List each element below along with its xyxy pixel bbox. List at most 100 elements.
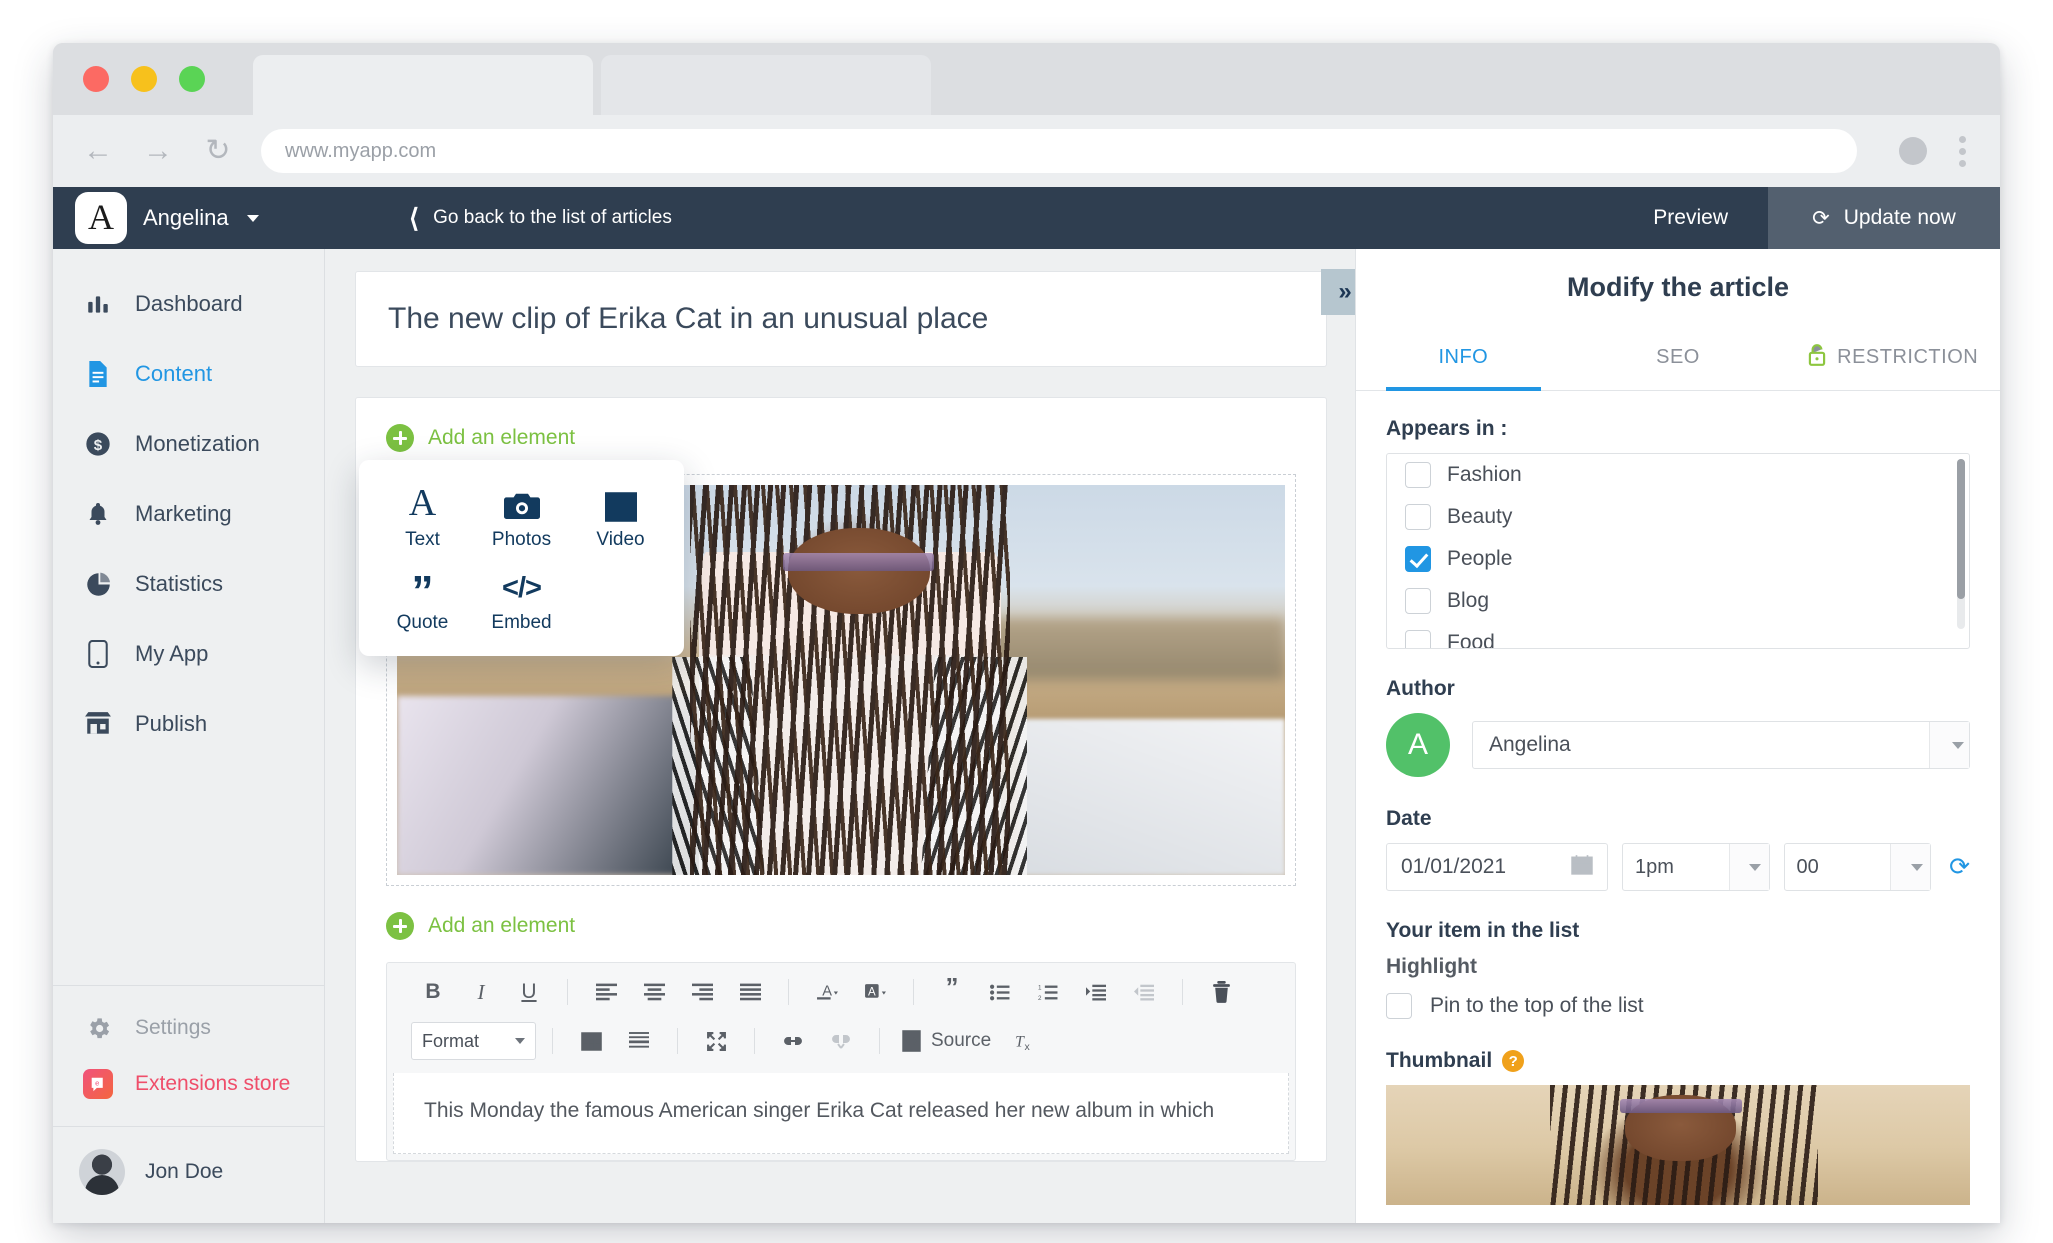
- article-title-text: The new clip of Erika Cat in an unusual …: [388, 302, 989, 335]
- decrease-indent-button[interactable]: [1122, 972, 1166, 1012]
- sidebar-item-extensions-store[interactable]: e Extensions store: [53, 1056, 324, 1112]
- popup-item-embed[interactable]: </> Embed: [472, 567, 571, 634]
- chevron-down-icon[interactable]: [1890, 844, 1931, 890]
- add-element-button-bottom[interactable]: Add an element: [386, 912, 1296, 940]
- unlink-button[interactable]: [819, 1021, 863, 1061]
- editor-body-text[interactable]: This Monday the famous American singer E…: [393, 1073, 1289, 1154]
- author-select[interactable]: Angelina: [1472, 721, 1970, 769]
- pin-row[interactable]: Pin to the top of the list: [1386, 993, 1970, 1019]
- sidebar-item-content[interactable]: Content: [53, 339, 324, 409]
- panel-info-content: Appears in : Fashion Beauty People Blog …: [1356, 391, 2000, 1223]
- chevron-down-icon[interactable]: [1929, 722, 1969, 768]
- sidebar-item-my-app[interactable]: My App: [53, 619, 324, 689]
- insert-link-button[interactable]: [771, 1021, 815, 1061]
- calendar-icon[interactable]: [1571, 854, 1593, 881]
- checkbox-pin-to-top[interactable]: [1386, 993, 1412, 1019]
- popup-item-photos[interactable]: Photos: [472, 484, 571, 551]
- tab-info[interactable]: INFO: [1356, 325, 1571, 391]
- maximize-window-button[interactable]: [179, 66, 205, 92]
- browser-profile-avatar[interactable]: [1899, 137, 1927, 165]
- remove-format-button[interactable]: Tx: [1001, 1021, 1045, 1061]
- list-item[interactable]: Beauty: [1387, 496, 1969, 538]
- reload-icon[interactable]: ↻: [201, 136, 235, 166]
- sidebar-item-label: Monetization: [135, 431, 260, 456]
- delete-button[interactable]: [1199, 972, 1243, 1012]
- thumbnail-image[interactable]: [1386, 1085, 1970, 1205]
- highlight-color-button[interactable]: A: [853, 972, 897, 1012]
- appears-in-list[interactable]: Fashion Beauty People Blog Food: [1386, 453, 1970, 649]
- browser-menu-icon[interactable]: [1953, 135, 1972, 167]
- checkbox-fashion[interactable]: [1405, 462, 1431, 488]
- numbered-list-button[interactable]: 12: [1026, 972, 1070, 1012]
- appears-in-label: Appears in :: [1386, 417, 1508, 440]
- forward-arrow-icon[interactable]: →: [141, 136, 175, 166]
- italic-button[interactable]: I: [459, 972, 503, 1012]
- svg-text:$: $: [94, 437, 103, 454]
- browser-tab-inactive[interactable]: [601, 55, 931, 115]
- chevron-down-icon[interactable]: [1728, 844, 1769, 890]
- sidebar-item-dashboard[interactable]: Dashboard: [53, 269, 324, 339]
- sidebar-user[interactable]: Jon Doe: [53, 1126, 324, 1223]
- list-item[interactable]: Blog: [1387, 580, 1969, 622]
- horizontal-rule-button[interactable]: [617, 1021, 661, 1061]
- svg-text:A: A: [868, 987, 876, 999]
- bullet-list-button[interactable]: [978, 972, 1022, 1012]
- underline-button[interactable]: U: [507, 972, 551, 1012]
- minute-select[interactable]: 00: [1783, 843, 1932, 891]
- checkbox-blog[interactable]: [1405, 588, 1431, 614]
- sidebar-item-publish[interactable]: Publish: [53, 689, 324, 759]
- close-window-button[interactable]: [83, 66, 109, 92]
- sidebar-item-monetization[interactable]: $ Monetization: [53, 409, 324, 479]
- popup-item-quote[interactable]: ” Quote: [373, 567, 472, 634]
- popup-item-text[interactable]: A Text: [373, 484, 472, 551]
- tab-label: INFO: [1438, 346, 1489, 368]
- date-input[interactable]: 01/01/2021: [1386, 843, 1608, 891]
- browser-tab-active[interactable]: [253, 55, 593, 115]
- popup-item-video[interactable]: Video: [571, 484, 670, 551]
- back-to-articles-link[interactable]: ⟨ Go back to the list of articles: [325, 187, 1613, 249]
- reset-date-icon[interactable]: ⟳: [1949, 852, 1970, 882]
- extensions-store-label: Extensions store: [135, 1072, 291, 1095]
- popup-item-label: Embed: [491, 612, 552, 633]
- sidebar-item-settings[interactable]: Settings: [53, 1000, 324, 1056]
- tab-seo[interactable]: SEO: [1571, 325, 1786, 390]
- help-icon[interactable]: ?: [1502, 1050, 1525, 1072]
- back-arrow-icon[interactable]: ←: [81, 136, 115, 166]
- back-to-articles-label: Go back to the list of articles: [433, 207, 672, 228]
- add-element-button-top[interactable]: Add an element: [386, 424, 1296, 452]
- page-title: Modify the article: [1566, 271, 1790, 302]
- preview-button[interactable]: Preview: [1613, 187, 1768, 249]
- account-switcher[interactable]: A Angelina: [53, 187, 325, 249]
- checkbox-beauty[interactable]: [1405, 504, 1431, 530]
- preview-label: Preview: [1653, 206, 1728, 229]
- update-now-button[interactable]: ⟳ Update now: [1768, 187, 2000, 249]
- article-title-field[interactable]: The new clip of Erika Cat in an unusual …: [355, 271, 1327, 367]
- align-left-button[interactable]: [584, 972, 628, 1012]
- checkbox-people[interactable]: [1405, 546, 1431, 572]
- text-color-button[interactable]: A: [805, 972, 849, 1012]
- address-bar[interactable]: www.myapp.com: [261, 129, 1857, 173]
- sidebar-item-marketing[interactable]: Marketing: [53, 479, 324, 549]
- insert-table-button[interactable]: [569, 1021, 613, 1061]
- maximize-button[interactable]: [694, 1021, 738, 1061]
- list-item[interactable]: Food: [1387, 622, 1969, 648]
- source-button[interactable]: Source: [896, 1030, 997, 1052]
- tab-restriction[interactable]: RESTRICTION: [1785, 325, 2000, 390]
- format-dropdown[interactable]: Format: [411, 1022, 536, 1060]
- bold-button[interactable]: B: [411, 972, 455, 1012]
- list-scrollbar[interactable]: [1957, 459, 1965, 629]
- list-item[interactable]: Fashion: [1387, 454, 1969, 496]
- minimize-window-button[interactable]: [131, 66, 157, 92]
- blockquote-button[interactable]: ”: [930, 972, 974, 1012]
- justify-button[interactable]: [728, 972, 772, 1012]
- collapse-panel-button[interactable]: »: [1321, 269, 1355, 315]
- scrollbar-thumb[interactable]: [1957, 459, 1965, 599]
- align-center-button[interactable]: [632, 972, 676, 1012]
- sidebar-item-statistics[interactable]: Statistics: [53, 549, 324, 619]
- list-item[interactable]: People: [1387, 538, 1969, 580]
- hour-select[interactable]: 1pm: [1622, 843, 1770, 891]
- checkbox-food[interactable]: [1405, 630, 1431, 648]
- svg-text:2: 2: [1038, 994, 1042, 1000]
- increase-indent-button[interactable]: [1074, 972, 1118, 1012]
- align-right-button[interactable]: [680, 972, 724, 1012]
